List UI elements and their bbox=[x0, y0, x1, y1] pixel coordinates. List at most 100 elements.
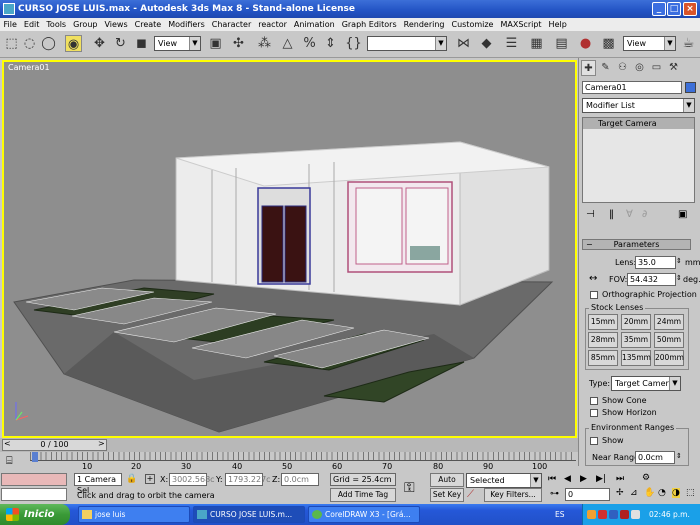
fov-spinner[interactable]: ⇕ bbox=[676, 274, 682, 282]
task-coreldraw[interactable]: CorelDRAW X3 - [Grá... bbox=[308, 506, 420, 523]
near-range-field[interactable]: 0.0cm bbox=[635, 451, 675, 464]
manipulate-icon[interactable]: ✣ bbox=[230, 35, 247, 52]
material-editor-icon[interactable]: ● bbox=[577, 35, 594, 52]
time-slider-thumb[interactable]: 0 / 100 bbox=[2, 439, 107, 451]
create-tab-icon[interactable]: ✚ bbox=[581, 60, 596, 76]
show-ranges-checkbox[interactable] bbox=[590, 437, 598, 445]
volume-icon[interactable] bbox=[631, 510, 640, 519]
near-range-spinner[interactable]: ⇕ bbox=[676, 452, 682, 460]
hierarchy-tab-icon[interactable]: ⚇ bbox=[615, 60, 630, 76]
lens-35mm-button[interactable]: 35mm bbox=[621, 332, 651, 348]
menu-edit[interactable]: Edit bbox=[20, 18, 43, 31]
play-icon[interactable]: ▶ bbox=[580, 473, 587, 486]
align-icon[interactable]: ◆ bbox=[478, 35, 495, 52]
select-region-icon[interactable]: ⬚ bbox=[3, 35, 20, 52]
close-button[interactable]: × bbox=[683, 2, 697, 16]
time-config-icon[interactable]: ⚙ bbox=[642, 473, 650, 483]
angle-snap-icon[interactable]: △ bbox=[279, 35, 296, 52]
named-selection-dropdown[interactable]: ▼ bbox=[367, 36, 447, 51]
menu-character[interactable]: Character bbox=[208, 18, 255, 31]
modify-tab-icon[interactable]: ✎ bbox=[598, 60, 613, 76]
tray-k-icon[interactable] bbox=[620, 510, 629, 519]
network-icon[interactable] bbox=[609, 510, 618, 519]
menu-animation[interactable]: Animation bbox=[290, 18, 338, 31]
absolute-mode-icon[interactable]: + bbox=[145, 474, 155, 484]
menu-help[interactable]: Help bbox=[545, 18, 570, 31]
display-tab-icon[interactable]: ▭ bbox=[649, 60, 664, 76]
task-jose-luis[interactable]: jose luis bbox=[78, 506, 190, 523]
utilities-tab-icon[interactable]: ⚒ bbox=[666, 60, 681, 76]
language-indicator[interactable]: ES bbox=[555, 504, 565, 525]
maxscript-listener-white[interactable] bbox=[1, 488, 67, 501]
lens-28mm-button[interactable]: 28mm bbox=[588, 332, 618, 348]
menu-graph-editors[interactable]: Graph Editors bbox=[338, 18, 400, 31]
key-mode-icon[interactable]: ⊶ bbox=[550, 489, 559, 499]
key-selection-dropdown[interactable]: Selected ▼ bbox=[466, 473, 542, 488]
edit-named-sel-icon[interactable]: {} bbox=[345, 35, 362, 52]
x-coordinate-field[interactable]: 3002.568c bbox=[169, 473, 215, 486]
stack-item-target-camera[interactable]: Target Camera bbox=[583, 118, 694, 129]
show-cone-checkbox[interactable] bbox=[590, 397, 598, 405]
render-view-dropdown[interactable]: View ▼ bbox=[623, 36, 676, 51]
antivirus-icon[interactable] bbox=[598, 510, 607, 519]
fov-nav-icon[interactable]: ⊿ bbox=[630, 488, 638, 498]
move-icon[interactable]: ✥ bbox=[91, 35, 108, 52]
lens-200mm-button[interactable]: 200mm bbox=[654, 350, 684, 366]
goto-start-icon[interactable]: ⏮ bbox=[548, 473, 556, 486]
next-key-icon[interactable]: ▶| bbox=[596, 473, 606, 486]
fov-field[interactable]: 54.432 bbox=[627, 273, 676, 286]
task-3dsmax[interactable]: CURSO JOSE LUIS.m... bbox=[193, 506, 305, 523]
rotate-icon[interactable]: ↻ bbox=[112, 35, 129, 52]
remove-modifier-icon[interactable]: ∂ bbox=[642, 208, 647, 222]
default-tangents-icon[interactable]: ⟋ bbox=[467, 489, 474, 500]
spinner-snap-icon[interactable]: ⇕ bbox=[322, 35, 339, 52]
menu-group[interactable]: Group bbox=[70, 18, 101, 31]
orbit-camera-icon[interactable]: ◑ bbox=[672, 488, 680, 498]
pivot-icon[interactable]: ▣ bbox=[207, 35, 224, 52]
menu-maxscript[interactable]: MAXScript bbox=[497, 18, 545, 31]
lens-24mm-button[interactable]: 24mm bbox=[654, 314, 684, 330]
menu-tools[interactable]: Tools bbox=[43, 18, 70, 31]
orthographic-checkbox[interactable] bbox=[590, 291, 598, 299]
ref-coord-dropdown[interactable]: View ▼ bbox=[154, 36, 201, 51]
menu-create[interactable]: Create bbox=[131, 18, 165, 31]
y-coordinate-field[interactable]: 1793.227c bbox=[225, 473, 271, 486]
object-name-field[interactable]: Camera01 bbox=[582, 81, 682, 94]
show-horizon-checkbox[interactable] bbox=[590, 409, 598, 417]
render-setup-icon[interactable]: ▩ bbox=[600, 35, 617, 52]
set-key-mode-icon[interactable]: ⚿ bbox=[404, 480, 415, 496]
maximize-viewport-icon[interactable]: ⬚ bbox=[686, 488, 695, 498]
parameters-rollout-header[interactable]: − Parameters bbox=[582, 239, 691, 250]
quick-render-icon[interactable]: ☕ bbox=[680, 35, 697, 52]
time-slider[interactable]: 0 / 100 < > bbox=[0, 438, 578, 452]
minimize-button[interactable]: _ bbox=[652, 2, 666, 16]
modifier-list-dropdown[interactable]: Modifier List ▼ bbox=[582, 98, 695, 113]
mirror-icon[interactable]: ⋈ bbox=[455, 35, 472, 52]
menu-reactor[interactable]: reactor bbox=[255, 18, 291, 31]
z-coordinate-field[interactable]: 0.0cm bbox=[281, 473, 319, 486]
snap-icon[interactable]: ⁂ bbox=[256, 35, 273, 52]
lens-50mm-button[interactable]: 50mm bbox=[654, 332, 684, 348]
select-object-icon[interactable]: ◉ bbox=[65, 35, 82, 52]
clock[interactable]: 02:46 p.m. bbox=[649, 504, 690, 525]
set-key-button[interactable]: Set Key bbox=[430, 488, 464, 502]
tray-app-icon[interactable] bbox=[587, 510, 596, 519]
pin-stack-icon[interactable]: ⊣ bbox=[586, 208, 595, 222]
make-unique-icon[interactable]: ∀ bbox=[626, 208, 633, 222]
add-time-tag-button[interactable]: Add Time Tag bbox=[330, 488, 396, 502]
lens-85mm-button[interactable]: 85mm bbox=[588, 350, 618, 366]
dolly-icon[interactable]: ✢ bbox=[616, 488, 624, 498]
lock-selection-icon[interactable]: 🔒 bbox=[126, 474, 137, 484]
next-frame-icon[interactable]: > bbox=[98, 439, 105, 448]
current-frame-field[interactable]: 0 bbox=[565, 488, 610, 501]
curve-editor-icon[interactable]: ▦ bbox=[528, 35, 545, 52]
configure-sets-icon[interactable]: ▣ bbox=[678, 208, 687, 222]
prev-frame-icon[interactable]: < bbox=[4, 439, 11, 448]
camera-type-dropdown[interactable]: Target Camera ▼ bbox=[611, 376, 681, 391]
camera-viewport[interactable]: Camera01 bbox=[2, 60, 577, 438]
track-bar[interactable]: ⌸ 10 20 30 40 50 60 70 80 90 100 bbox=[0, 452, 578, 472]
maximize-button[interactable]: □ bbox=[667, 2, 681, 16]
lens-135mm-button[interactable]: 135mm bbox=[621, 350, 651, 366]
object-color-swatch[interactable] bbox=[685, 82, 696, 93]
scale-icon[interactable]: ◼ bbox=[133, 35, 150, 52]
